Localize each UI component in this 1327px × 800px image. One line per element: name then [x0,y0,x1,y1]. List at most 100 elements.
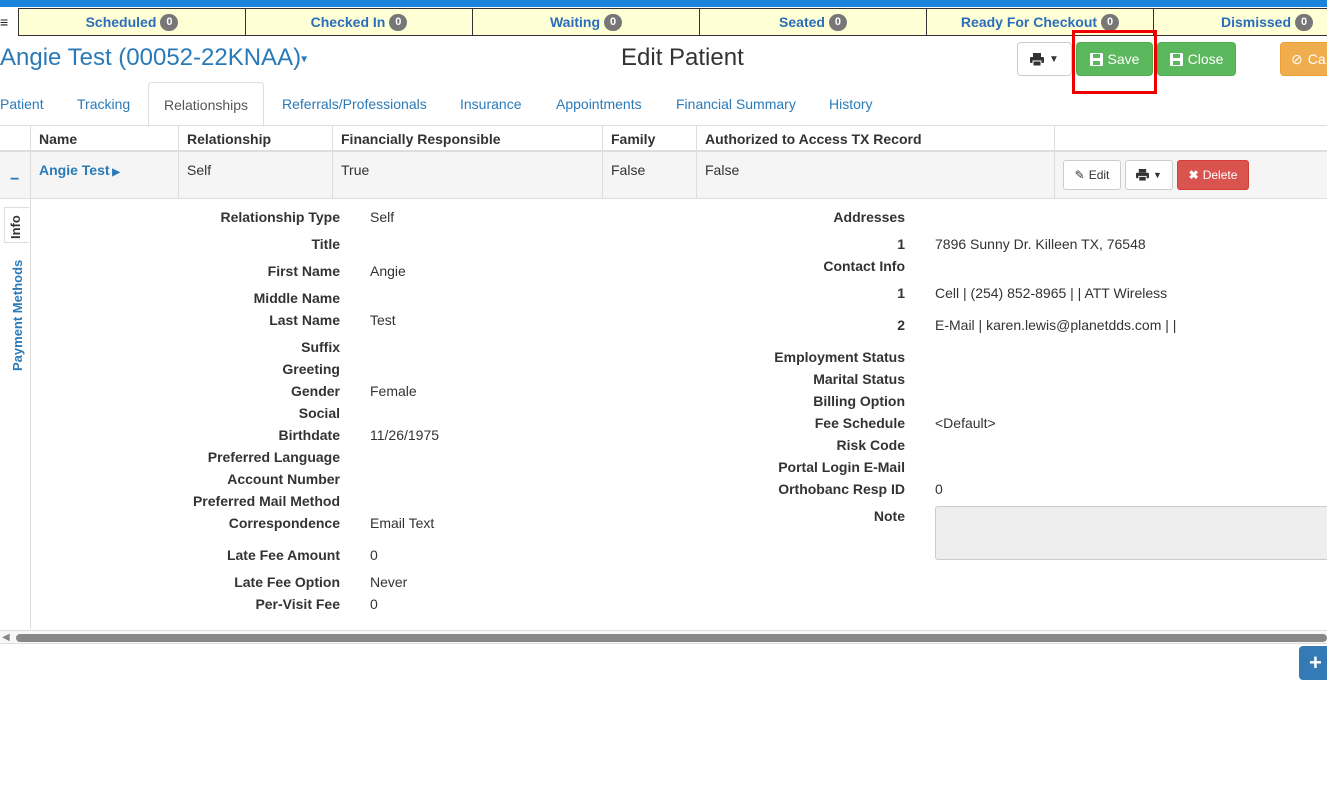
name-cell: Angie Test ▶ [31,152,179,198]
status-label: Scheduled [85,14,157,30]
status-dismissed[interactable]: Dismissed 0 [1153,8,1327,36]
detail-label: Suffix [301,339,340,355]
tab-appointments[interactable]: Appointments [556,82,642,126]
contact-value: E-Mail | karen.lewis@planetdds.com | | [935,317,1177,333]
detail-value: 11/26/1975 [370,427,440,443]
x-icon: ✖ [1188,168,1199,182]
detail-label: Correspondence [228,515,340,531]
detail-label: Middle Name [253,290,340,306]
orthobanc-resp-id-label: Orthobanc Resp ID [778,481,905,497]
ban-icon: ⊘ [1291,50,1303,67]
marital-status-label: Marital Status [813,371,905,387]
contact-info-label: Contact Info [823,258,905,274]
status-checked-in[interactable]: Checked In 0 [245,8,473,36]
column-header-family[interactable]: Family [603,126,697,152]
caret-down-icon: ▼ [1153,170,1162,180]
detail-label: Birthdate [278,427,340,443]
address-number: 1 [897,236,905,252]
relationship-name: Angie Test [39,162,110,178]
employment-status-label: Employment Status [774,349,905,365]
edit-icon: ✎ [1074,168,1085,182]
detail-label: Greeting [282,361,340,377]
risk-code-label: Risk Code [836,437,905,453]
financially-responsible-cell: True [333,152,603,198]
status-count-badge: 0 [828,13,847,31]
expand-column-header [0,126,31,152]
detail-label: Last Name [269,312,340,328]
top-accent-bar [0,0,1327,7]
detail-value: 0 [370,547,378,563]
detail-label: Per-Visit Fee [255,596,340,612]
detail-label: First Name [267,263,340,279]
detail-value: Self [370,209,395,225]
side-tab-info-label[interactable]: Info [8,215,23,239]
tab-financial-summary[interactable]: Financial Summary [676,82,796,126]
detail-value: Never [370,574,408,590]
add-button[interactable]: + [1299,646,1327,680]
billing-option-label: Billing Option [813,393,905,409]
tab-bar: Patient Tracking Relationships Referrals… [0,82,1327,127]
detail-label: Late Fee Option [234,574,340,590]
tab-history[interactable]: History [829,82,873,126]
caret-down-icon: ▾ [301,51,308,66]
floppy-icon [1169,52,1183,66]
caret-down-icon: ▼ [1049,53,1059,65]
detail-label: Preferred Language [207,449,340,465]
status-label: Waiting [549,14,601,30]
close-label: Close [1187,51,1224,67]
fee-schedule-value: <Default> [935,415,996,431]
detail-label: Account Number [227,471,340,487]
relationship-cell: Self [179,152,333,198]
status-waiting[interactable]: Waiting 0 [472,8,700,36]
note-label: Note [873,508,905,524]
tab-patient[interactable]: Patient [0,82,44,126]
table-row: − Angie Test ▶ Self True False False ✎ Ed… [0,152,1327,199]
detail-label: Social [298,405,340,421]
close-button[interactable]: Close [1157,42,1236,76]
note-field[interactable] [935,506,1327,560]
row-print-dropdown-button[interactable]: ▼ [1125,160,1173,190]
page-title: Edit Patient [621,44,744,71]
delete-button[interactable]: ✖ Delete [1177,160,1249,190]
status-count-badge: 0 [389,13,408,31]
patient-name-dropdown[interactable]: Angie Test (00052-22KNAA)▾ [0,44,307,72]
patient-name: Angie Test (00052-22KNAA) [0,44,302,71]
tab-tracking[interactable]: Tracking [77,82,130,126]
address-value: 7896 Sunny Dr. Killeen TX, 76548 [935,236,1146,252]
status-count-badge: 0 [160,13,179,31]
tab-relationships[interactable]: Relationships [148,82,265,127]
printer-icon [1030,52,1045,66]
detail-value: Email Text [370,515,435,531]
authorized-cell: False [697,152,1055,198]
orthobanc-resp-id-value: 0 [935,481,943,497]
scrollbar-thumb[interactable] [16,634,1327,642]
column-header-financially-responsible[interactable]: Financially Responsible [333,126,603,152]
detail-value: Angie [370,263,406,279]
tab-referrals-professionals[interactable]: Referrals/Professionals [282,82,427,126]
edit-button[interactable]: ✎ Edit [1063,160,1121,190]
status-scheduled[interactable]: Scheduled 0 [18,8,246,36]
detail-label: Late Fee Amount [226,547,340,563]
column-header-relationship[interactable]: Relationship [179,126,333,152]
relationship-name-link[interactable]: Angie Test ▶ [39,162,120,178]
printer-icon [1136,169,1149,181]
detail-value: Test [370,312,396,328]
contact-value: Cell | (254) 852-8965 | | ATT Wireless [935,285,1168,301]
column-header-authorized[interactable]: Authorized to Access TX Record [697,126,1055,152]
portal-login-email-label: Portal Login E-Mail [778,459,905,475]
cancel-button[interactable]: ⊘ Ca [1280,42,1327,76]
column-header-name[interactable]: Name [31,126,179,152]
tab-insurance[interactable]: Insurance [460,82,521,126]
family-cell: False [603,152,697,198]
edit-label: Edit [1088,168,1110,182]
detail-label: Relationship Type [220,209,340,225]
horizontal-scrollbar[interactable]: ◀ [0,630,1327,644]
scroll-left-icon[interactable]: ◀ [2,632,10,643]
menu-icon[interactable]: ≡ [0,9,10,35]
status-count-badge: 0 [1295,13,1314,31]
side-tab-payment-methods[interactable]: Payment Methods [10,260,25,371]
collapse-icon[interactable]: − [10,162,19,198]
detail-label: Preferred Mail Method [192,493,340,509]
print-dropdown-button[interactable]: ▼ [1017,42,1072,76]
status-seated[interactable]: Seated 0 [699,8,927,36]
